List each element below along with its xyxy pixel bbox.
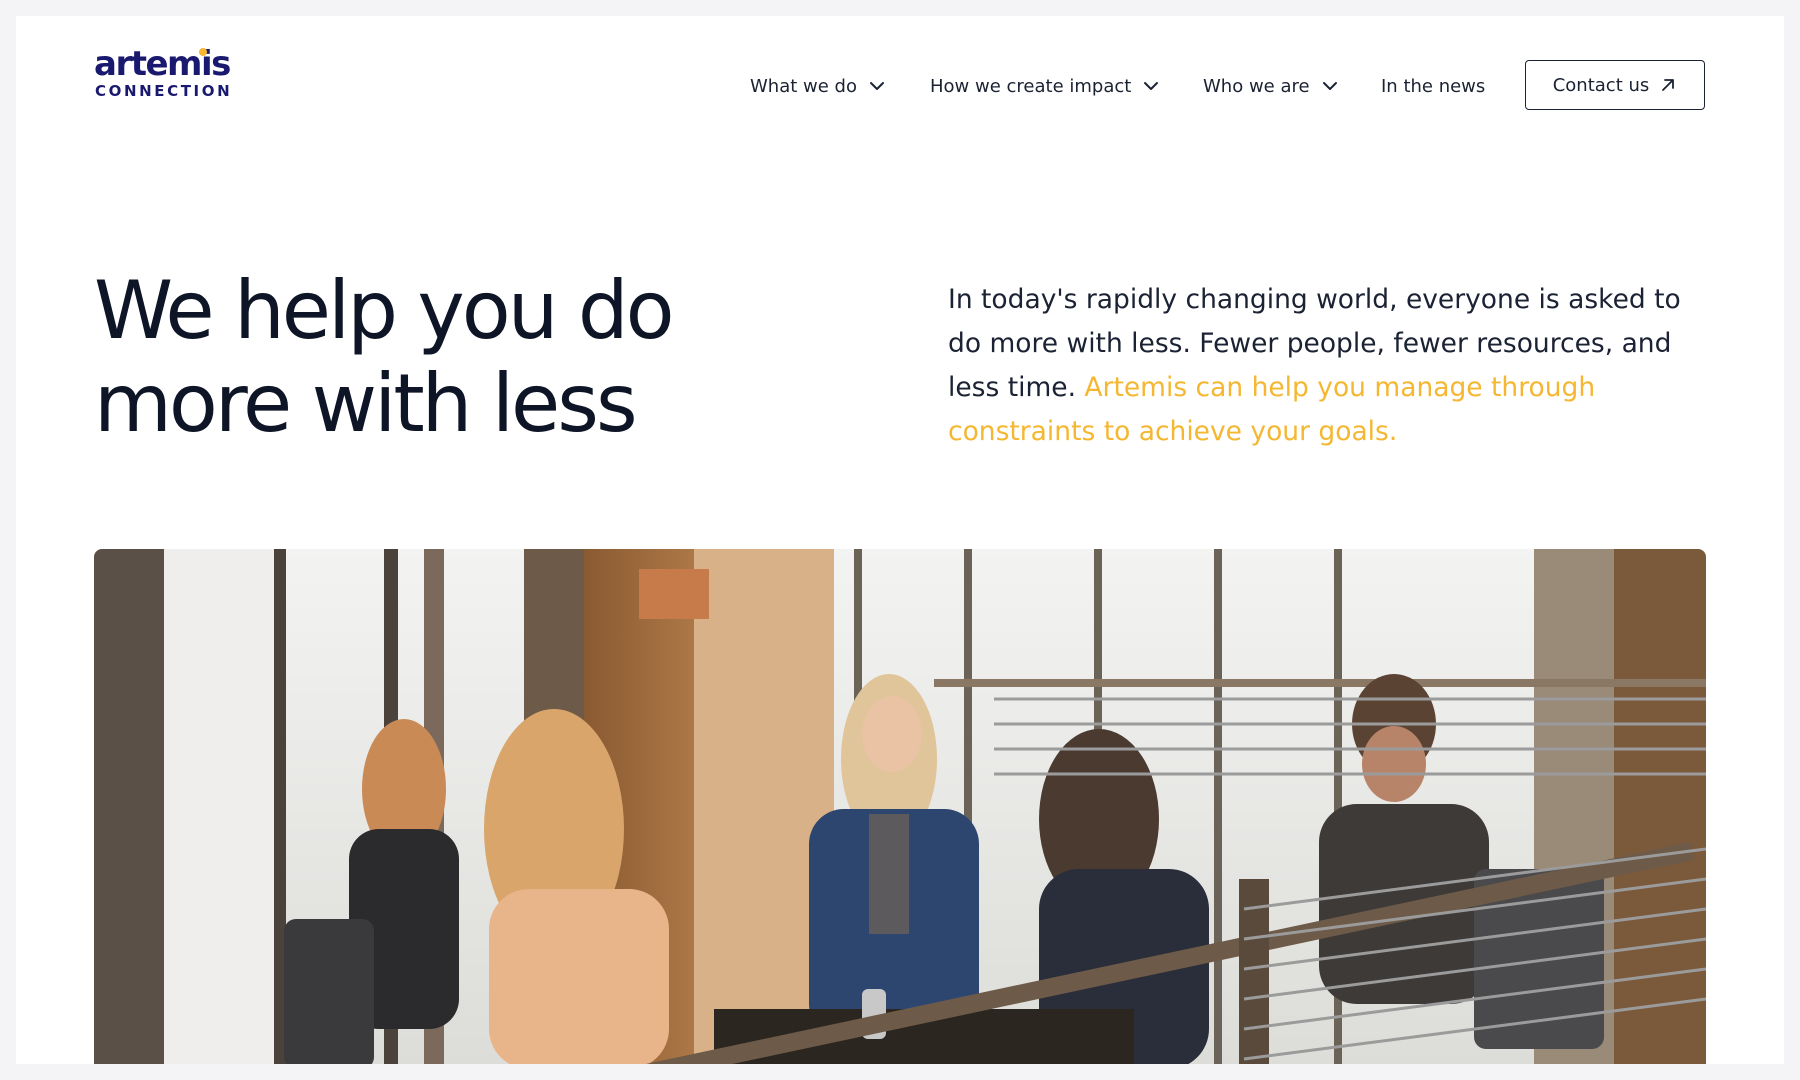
nav-item-who-we-are[interactable]: Who we are: [1203, 60, 1340, 112]
nav-item-label: In the news: [1381, 75, 1486, 97]
external-arrow-icon: [1662, 79, 1675, 91]
nav-item-what-we-do[interactable]: What we do: [750, 60, 887, 112]
nav-item-label: What we do: [750, 75, 857, 97]
chevron-down-icon: [1144, 82, 1159, 90]
hero-description: In today's rapidly changing world, every…: [948, 278, 1708, 454]
artemis-logo[interactable]: artemis CONNECTION: [94, 44, 234, 100]
hero-title-line-1: We help you do: [94, 264, 675, 357]
chevron-down-icon: [869, 82, 884, 90]
hero-title: We help you do more with less: [94, 264, 794, 450]
photo-illustration: [94, 549, 1706, 1064]
chevron-down-icon: [1322, 82, 1337, 90]
logo-dot: [199, 48, 207, 56]
team-meeting-photo: [94, 549, 1706, 1064]
logo-subtitle: CONNECTION: [95, 82, 233, 100]
nav-item-in-the-news[interactable]: In the news: [1381, 60, 1485, 112]
hero-title-line-2: more with less: [94, 357, 638, 450]
logo-wordmark: artemis: [94, 44, 231, 84]
nav-item-label: Who we are: [1203, 75, 1310, 97]
contact-us-button[interactable]: Contact us: [1525, 60, 1705, 110]
nav-item-how-we-create-impact[interactable]: How we create impact: [930, 60, 1161, 112]
page-frame: artemis CONNECTION What we do How we cre…: [16, 16, 1784, 1064]
nav-item-label: How we create impact: [930, 75, 1132, 97]
contact-us-label: Contact us: [1552, 74, 1650, 96]
